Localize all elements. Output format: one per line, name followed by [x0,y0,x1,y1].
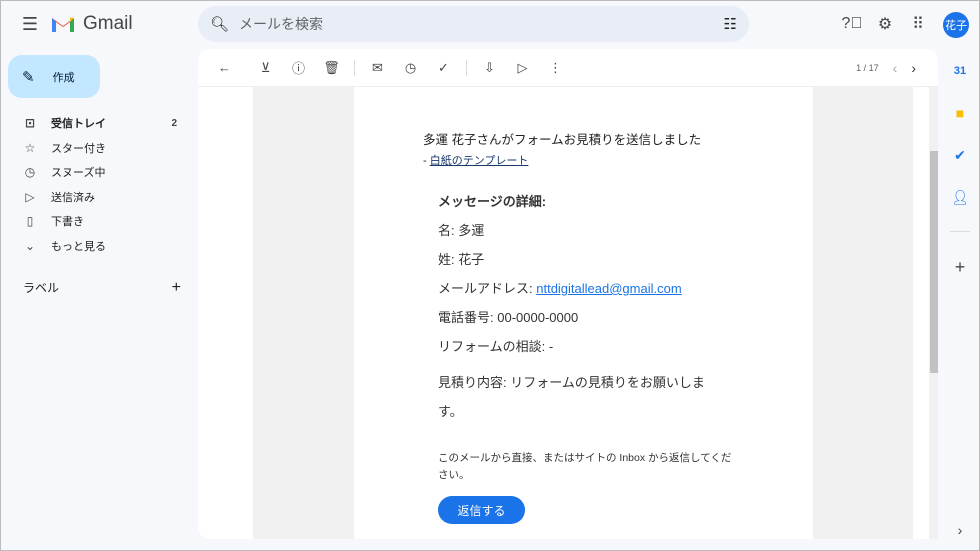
label: スヌーズ中 [51,167,106,180]
add-addon-icon[interactable]: + [946,253,974,281]
settings-icon[interactable]: ⚙ [874,13,896,35]
pager-count: 1 / 17 [856,62,879,73]
value: - [548,339,554,354]
label: 姓: [438,252,459,267]
label: 受信トレイ [51,118,106,131]
scrollbar-thumb[interactable] [930,151,938,373]
calendar-icon[interactable]: 31 [946,57,974,85]
delete-icon[interactable]: 🗑︎ [315,57,348,79]
sidebar-item-inbox[interactable]: ⊡ 受信トレイ 2 [1,111,191,136]
send-icon: ▷ [25,189,35,204]
value: 00-0000-0000 [497,310,579,325]
add-label-icon[interactable]: + [172,279,181,297]
pager: 1 / 17 ‹ › [856,60,938,76]
more-options-icon[interactable]: ⋮ [539,57,572,79]
label-icon[interactable]: ▷ [506,57,539,79]
move-to-icon[interactable]: ⇩ [473,57,506,79]
keep-icon[interactable]: ■ [946,99,974,127]
label: スター付き [51,142,106,155]
labels-heading: ラベル [23,281,60,295]
value: 花子 [458,252,485,267]
back-arrow-icon[interactable]: ← [208,57,241,79]
pencil-icon: ✎ [22,68,35,86]
value: 多運 [458,223,485,238]
next-chevron-icon[interactable]: › [911,60,916,76]
archive-icon[interactable]: ⊻ [249,57,282,79]
mark-unread-icon[interactable]: ✉ [361,57,394,79]
reply-note: このメールから直接、またはサイトの Inbox から返信してください。 [438,452,732,481]
label: 名: [438,223,459,238]
label: もっと見る [51,240,106,253]
labels-section: ラベル + [23,279,181,297]
divider [354,59,355,76]
field-email: メールアドレス: nttdigitallead@gmail.com [438,281,813,310]
email-intro: 多運 花子さんがフォームお見積りを送信しました [423,133,702,147]
scrollbar[interactable] [929,87,938,539]
report-spam-icon[interactable]: ⓘ [282,57,315,79]
field-phone: 電話番号: 00-0000-0000 [438,310,813,339]
search-icon[interactable]: 🔍︎ [210,15,229,33]
gmail-logo[interactable]: Gmail [51,13,133,35]
prev-chevron-icon[interactable]: ‹ [893,60,898,76]
search-bar[interactable]: 🔍︎ ☷ [198,6,749,42]
add-task-icon[interactable]: ✓ [427,57,460,79]
sidebar-item-starred[interactable]: ☆ スター付き [1,136,191,161]
unread-count: 2 [171,117,177,129]
prefix: - [423,155,430,167]
gmail-m-icon [52,17,74,32]
email-view: ← ⊻ ⓘ 🗑︎ ✉ ◷ ✓ ⇩ ▷ ⋮ 1 / 17 ‹ › 多運 花子さんが… [198,49,938,539]
snooze-icon[interactable]: ◷ [394,57,427,79]
email-toolbar: ← ⊻ ⓘ 🗑︎ ✉ ◷ ✓ ⇩ ▷ ⋮ 1 / 17 ‹ › [198,49,938,87]
clock-icon: ◷ [24,165,36,180]
message-details: メッセージの詳細: 名: 多運 姓: 花子 メールアドレス: nttdigita… [438,194,813,426]
reply-button[interactable]: 返信する [438,496,525,524]
details-heading: メッセージの詳細: [438,194,547,209]
tasks-icon[interactable]: ✔ [946,141,974,169]
template-link[interactable]: 白紙のテンプレート [430,155,529,167]
label: リフォームの相談: [438,339,549,354]
label: 下書き [51,216,84,229]
sidebar-nav: ⊡ 受信トレイ 2 ☆ スター付き ◷ スヌーズ中 ▷ 送信済み ▯ 下書き ⌄ もっと見る [1,111,191,258]
field-last-name: 姓: 花子 [438,252,813,281]
search-input[interactable] [239,16,714,32]
contacts-icon[interactable]: 👤︎ [946,183,974,211]
compose-label: 作成 [52,71,75,84]
compose-button[interactable]: ✎ 作成 [8,55,100,98]
app-name: Gmail [83,13,133,34]
help-icon[interactable]: ?⃝ [841,13,863,35]
divider [466,59,467,76]
avatar[interactable]: 花子 [943,12,969,38]
apps-icon[interactable]: ⠿ [907,13,929,35]
main-menu-icon[interactable]: ☰ [19,13,41,35]
sidebar-item-more[interactable]: ⌄ もっと見る [1,234,191,259]
search-options-icon[interactable]: ☷ [724,15,737,33]
sidebar-item-drafts[interactable]: ▯ 下書き [1,209,191,234]
label: 見積り内容: [438,375,511,390]
draft-icon: ▯ [26,214,34,229]
chevron-down-icon: ⌄ [24,238,36,253]
email-link[interactable]: nttdigitallead@gmail.com [536,281,681,296]
email-body: 多運 花子さんがフォームお見積りを送信しました - 白紙のテンプレート メッセー… [354,87,813,539]
field-estimate: 見積り内容: リフォームの見積りをお願いします。 [438,368,728,426]
field-consult: リフォームの相談: - [438,339,813,368]
field-first-name: 名: 多運 [438,223,813,252]
label: メールアドレス: [438,281,537,296]
label: 電話番号: [438,310,498,325]
sidebar-item-snoozed[interactable]: ◷ スヌーズ中 [1,160,191,185]
expand-panel-icon[interactable]: › [946,516,974,544]
inbox-icon: ⊡ [24,116,36,131]
template-line: - 白紙のテンプレート [423,152,813,168]
label: 送信済み [51,191,95,204]
star-icon: ☆ [24,140,36,155]
divider [950,231,970,232]
sidebar-item-sent[interactable]: ▷ 送信済み [1,185,191,210]
